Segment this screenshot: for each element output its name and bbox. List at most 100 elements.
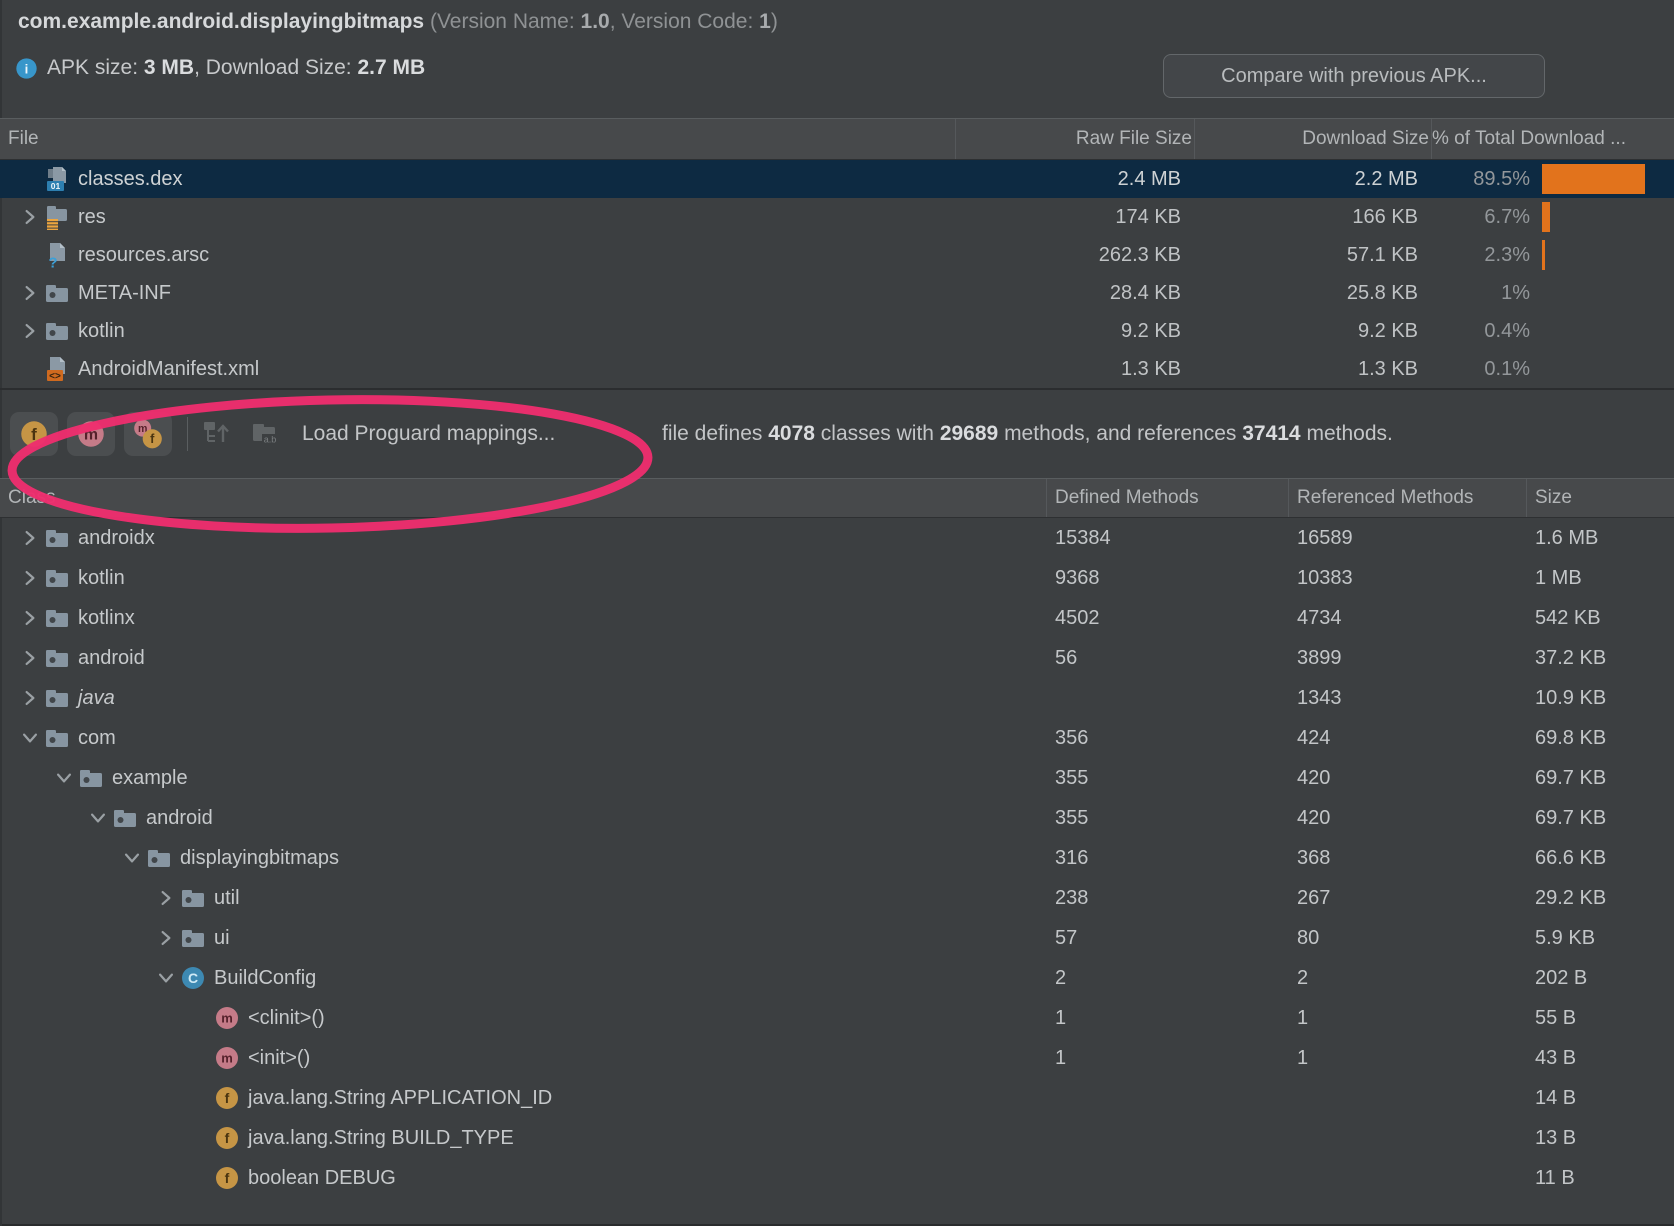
package-tree-icon[interactable] bbox=[202, 418, 234, 450]
pct-bar bbox=[1542, 164, 1645, 194]
show-methods-toggle-button[interactable] bbox=[67, 412, 115, 456]
apk-summary-header: com.example.android.displayingbitmaps (V… bbox=[0, 0, 1674, 118]
tree-row[interactable]: android 355 420 69.7 KB bbox=[0, 798, 1674, 838]
chevron-right-icon[interactable] bbox=[16, 605, 44, 631]
referenced-methods-value: 16589 bbox=[1289, 527, 1527, 550]
tree-row[interactable]: <init>() 1 1 43 B bbox=[0, 1038, 1674, 1078]
chevron-down-icon[interactable] bbox=[50, 765, 78, 791]
column-header-defined-methods[interactable]: Defined Methods bbox=[1047, 479, 1289, 517]
show-fields-toggle-button[interactable] bbox=[10, 412, 58, 456]
referenced-methods-value: 1 bbox=[1289, 1007, 1527, 1030]
column-header-size[interactable]: Size bbox=[1527, 479, 1674, 517]
pct-value: 1% bbox=[1432, 282, 1530, 305]
chevron-down-icon[interactable] bbox=[152, 965, 180, 991]
referenced-methods-value: 1343 bbox=[1289, 687, 1527, 710]
tree-row[interactable]: com 356 424 69.8 KB bbox=[0, 718, 1674, 758]
show-all-toggle-button[interactable] bbox=[124, 412, 172, 456]
load-proguard-mappings-button[interactable]: Load Proguard mappings... bbox=[302, 422, 555, 446]
chevron-right-icon[interactable] bbox=[16, 204, 44, 230]
class-table-header: Class Defined Methods Referenced Methods… bbox=[0, 478, 1674, 518]
chevron-right-icon[interactable] bbox=[152, 925, 180, 951]
table-row[interactable]: resources.arsc 262.3 KB 57.1 KB 2.3% bbox=[0, 236, 1674, 274]
referenced-methods-value: 80 bbox=[1289, 927, 1527, 950]
defined-methods-value: 1 bbox=[1047, 1007, 1289, 1030]
defined-methods-value: 355 bbox=[1047, 767, 1289, 790]
folder-icon bbox=[146, 845, 172, 871]
chevron-right-icon[interactable] bbox=[16, 685, 44, 711]
download-size-value: 2.2 MB bbox=[1195, 168, 1432, 191]
defined-methods-value: 9368 bbox=[1047, 567, 1289, 590]
pct-bar-track bbox=[1542, 202, 1658, 232]
tree-row[interactable]: kotlinx 4502 4734 542 KB bbox=[0, 598, 1674, 638]
chevron-right-icon[interactable] bbox=[16, 565, 44, 591]
defined-methods-value: 238 bbox=[1047, 887, 1289, 910]
table-row[interactable]: kotlin 9.2 KB 9.2 KB 0.4% bbox=[0, 312, 1674, 350]
pct-value: 0.1% bbox=[1432, 358, 1530, 381]
table-row[interactable]: res 174 KB 166 KB 6.7% bbox=[0, 198, 1674, 236]
chevron-right-icon[interactable] bbox=[16, 525, 44, 551]
package-name: com.example.android.displayingbitmaps bbox=[18, 10, 424, 33]
chevron-right-icon[interactable] bbox=[16, 318, 44, 344]
tree-item-label: kotlin bbox=[78, 567, 125, 590]
size-value: 29.2 KB bbox=[1527, 887, 1674, 910]
raw-file-size-value: 28.4 KB bbox=[956, 282, 1195, 305]
table-row[interactable]: AndroidManifest.xml 1.3 KB 1.3 KB 0.1% bbox=[0, 350, 1674, 388]
info-icon bbox=[15, 57, 38, 80]
referenced-methods-value: 368 bbox=[1289, 847, 1527, 870]
column-header-download-size[interactable]: Download Size bbox=[1195, 119, 1432, 159]
raw-file-size-value: 174 KB bbox=[956, 206, 1195, 229]
chevron-down-icon[interactable] bbox=[118, 845, 146, 871]
download-size-value: 1.3 KB bbox=[1195, 358, 1432, 381]
proguard-mappings-folder-icon[interactable] bbox=[250, 418, 282, 450]
tree-row[interactable]: android 56 3899 37.2 KB bbox=[0, 638, 1674, 678]
tree-row[interactable]: example 355 420 69.7 KB bbox=[0, 758, 1674, 798]
chevron-right-icon[interactable] bbox=[152, 885, 180, 911]
size-value: 202 B bbox=[1527, 967, 1674, 990]
raw-file-size-value: 9.2 KB bbox=[956, 320, 1195, 343]
defined-methods-value: 2 bbox=[1047, 967, 1289, 990]
folder-icon bbox=[180, 925, 206, 951]
referenced-methods-value: 2 bbox=[1289, 967, 1527, 990]
tree-row[interactable]: java.lang.String APPLICATION_ID 14 B bbox=[0, 1078, 1674, 1118]
chevron-spacer bbox=[186, 1045, 214, 1071]
tree-row[interactable]: ui 57 80 5.9 KB bbox=[0, 918, 1674, 958]
column-header-file[interactable]: File bbox=[0, 119, 956, 159]
apk-title: com.example.android.displayingbitmaps (V… bbox=[18, 10, 778, 34]
download-size-value: 166 KB bbox=[1195, 206, 1432, 229]
pct-bar bbox=[1542, 240, 1545, 270]
tree-row[interactable]: displayingbitmaps 316 368 66.6 KB bbox=[0, 838, 1674, 878]
chevron-right-icon[interactable] bbox=[16, 280, 44, 306]
column-header-class[interactable]: Class bbox=[0, 479, 1047, 517]
tree-row[interactable]: kotlin 9368 10383 1 MB bbox=[0, 558, 1674, 598]
chevron-down-icon[interactable] bbox=[16, 725, 44, 751]
column-header-referenced-methods[interactable]: Referenced Methods bbox=[1289, 479, 1527, 517]
defined-methods-value: 355 bbox=[1047, 807, 1289, 830]
raw-file-size-value: 262.3 KB bbox=[956, 244, 1195, 267]
tree-item-label: BuildConfig bbox=[214, 967, 316, 990]
chevron-right-icon[interactable] bbox=[16, 645, 44, 671]
chevron-down-icon[interactable] bbox=[84, 805, 112, 831]
tree-row[interactable]: util 238 267 29.2 KB bbox=[0, 878, 1674, 918]
tree-item-label: example bbox=[112, 767, 188, 790]
file-name: META-INF bbox=[78, 282, 171, 305]
column-header-raw-file-size[interactable]: Raw File Size bbox=[956, 119, 1195, 159]
compare-apk-button[interactable]: Compare with previous APK... bbox=[1163, 54, 1545, 98]
tree-row[interactable]: boolean DEBUG 11 B bbox=[0, 1158, 1674, 1198]
chevron-spacer bbox=[186, 1085, 214, 1111]
table-row[interactable]: META-INF 28.4 KB 25.8 KB 1% bbox=[0, 274, 1674, 312]
size-value: 69.8 KB bbox=[1527, 727, 1674, 750]
tree-row[interactable]: androidx 15384 16589 1.6 MB bbox=[0, 518, 1674, 558]
tree-row[interactable]: java 1343 10.9 KB bbox=[0, 678, 1674, 718]
folder-icon bbox=[44, 685, 70, 711]
methods-and-fields-toggle-icon bbox=[131, 417, 165, 451]
method-icon bbox=[214, 1005, 240, 1031]
tree-row[interactable]: java.lang.String BUILD_TYPE 13 B bbox=[0, 1118, 1674, 1158]
chevron-spacer bbox=[186, 1005, 214, 1031]
table-row[interactable]: classes.dex 2.4 MB 2.2 MB 89.5% bbox=[0, 160, 1674, 198]
tree-row[interactable]: BuildConfig 2 2 202 B bbox=[0, 958, 1674, 998]
tree-row[interactable]: <clinit>() 1 1 55 B bbox=[0, 998, 1674, 1038]
column-header-pct-of-total-download[interactable]: % of Total Download ... bbox=[1432, 119, 1674, 159]
pct-value: 0.4% bbox=[1432, 320, 1530, 343]
tree-item-label: displayingbitmaps bbox=[180, 847, 339, 870]
size-value: 14 B bbox=[1527, 1087, 1674, 1110]
